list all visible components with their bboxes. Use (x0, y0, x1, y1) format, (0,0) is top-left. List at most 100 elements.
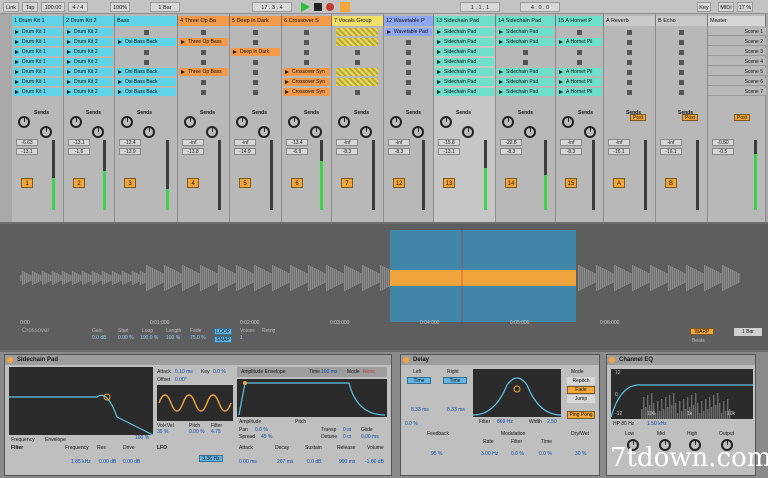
filter-curve-display[interactable] (9, 367, 153, 435)
volume-readout[interactable]: -inf (234, 139, 256, 146)
detune-value[interactable]: 0 ct (343, 434, 351, 440)
clip-stop-button[interactable] (577, 60, 582, 65)
clip-slot[interactable]: Sidechain Pad (435, 38, 494, 46)
clip-slot[interactable]: Drum Kit 1 (13, 38, 62, 46)
clip-stop-button[interactable] (304, 50, 309, 55)
clip-stop-button[interactable] (627, 70, 632, 75)
scene-launch-button[interactable]: Scene 4 (708, 58, 766, 66)
loop-value[interactable]: 100.0 % (140, 335, 158, 341)
clip-stop-button[interactable] (406, 60, 411, 65)
send-knob[interactable] (412, 126, 424, 138)
volume-readout[interactable]: -13.1 (68, 139, 90, 146)
quantization-select[interactable]: 1 Bar (150, 2, 180, 12)
clip-stop-button[interactable] (143, 60, 149, 65)
envelope-toggle[interactable]: Envelope (45, 437, 66, 443)
track-header[interactable]: 14 Sidechain Pad (496, 16, 556, 26)
right-time-mode[interactable]: Time (443, 377, 467, 384)
send-knob[interactable] (236, 116, 248, 128)
clip-slot[interactable]: A Hornet Pil (557, 88, 602, 96)
clip-slot[interactable]: Drum Kit 1 (13, 58, 62, 66)
group-clip-slot[interactable] (336, 38, 378, 46)
clip-slot[interactable]: Drum Kit 2 (65, 78, 113, 86)
clip-stop-button[interactable] (679, 80, 684, 85)
decay-value[interactable]: 267 ms (277, 459, 293, 465)
sustain-value[interactable]: 0.0 dB (307, 459, 321, 465)
left-time-value[interactable]: 8.33 ms (411, 407, 429, 413)
group-clip-slot[interactable] (336, 68, 378, 76)
clip-stop-button[interactable] (577, 30, 582, 35)
clip-stop-button[interactable] (304, 30, 309, 35)
track-header[interactable]: 13 Sidechain Pad (434, 16, 496, 26)
clip-stop-button[interactable] (201, 60, 206, 65)
scene-launch-button[interactable]: Scene 1 (708, 28, 766, 36)
clip-stop-button[interactable] (406, 80, 411, 85)
track-header[interactable]: Bass (115, 16, 178, 26)
clip-slot[interactable]: Drum Kit 1 (13, 28, 62, 36)
send-knob[interactable] (524, 126, 536, 138)
link-button[interactable]: Link (3, 2, 19, 12)
clip-slot[interactable]: Oxi Bass Back (116, 88, 176, 96)
clip-slot[interactable]: Drum Kit 1 (13, 48, 62, 56)
volume-readout[interactable]: -0.50 (712, 139, 734, 146)
group-clip-slot[interactable] (336, 28, 378, 36)
track-header[interactable]: 1 Drum Kit 1 (12, 16, 64, 26)
automation-arm-button[interactable] (340, 2, 350, 12)
clip-stop-button[interactable] (406, 50, 411, 55)
clip-stop-button[interactable] (406, 70, 411, 75)
drive-value[interactable]: 0.00 dB (123, 459, 140, 465)
amp-envelope-display[interactable] (237, 379, 387, 417)
clip-stop-button[interactable] (355, 50, 360, 55)
device-power-icon[interactable] (609, 357, 615, 363)
send-knob[interactable] (184, 116, 196, 128)
send-knob[interactable] (310, 126, 322, 138)
scene-launch-button[interactable]: Scene 7 (708, 88, 766, 96)
send-knob[interactable] (390, 116, 402, 128)
start-value[interactable]: 0.00 % (118, 335, 134, 341)
pan-value[interactable]: 0.0 % (255, 427, 268, 433)
clip-stop-button[interactable] (253, 70, 258, 75)
filter-value[interactable]: 869 Hz (497, 419, 513, 425)
volume-readout[interactable]: -inf (388, 139, 410, 146)
width-value[interactable]: 2.50 (547, 419, 557, 425)
feedback-value[interactable]: 95 % (431, 451, 442, 457)
key-amount-value[interactable]: 100 % (135, 435, 149, 441)
zoom-field[interactable]: 100% (110, 2, 130, 12)
track-activator-button[interactable]: 5 (239, 178, 251, 188)
clip-stop-button[interactable] (523, 50, 528, 55)
volume-readout[interactable]: -6.63 (16, 139, 38, 146)
clip-slot[interactable]: Three Op Bass (179, 68, 228, 76)
rate-value[interactable]: 3.00 Hz (481, 451, 498, 457)
track-header[interactable]: Master (708, 16, 766, 26)
clip-stop-button[interactable] (679, 50, 684, 55)
loop-start-field[interactable]: 1 . 1 . 1 (460, 2, 500, 12)
clip-slot[interactable]: Crossover Syn (283, 88, 330, 96)
clip-stop-button[interactable] (627, 90, 632, 95)
tempo-field[interactable]: 100.00 (41, 2, 65, 12)
clip-stop-button[interactable] (304, 60, 309, 65)
scene-launch-button[interactable]: Scene 2 (708, 38, 766, 46)
send-knob[interactable] (288, 116, 300, 128)
track-activator-button[interactable]: 1 (21, 178, 33, 188)
send-knob[interactable] (562, 116, 574, 128)
clip-stop-button[interactable] (201, 50, 206, 55)
track-activator-button[interactable]: 4 (187, 178, 199, 188)
clip-stop-button[interactable] (679, 40, 684, 45)
lfo-rate-value[interactable]: 3.36 Hz (199, 455, 223, 462)
device-power-icon[interactable] (7, 357, 13, 363)
attack-value[interactable]: 0.10 ms (175, 369, 193, 375)
time-value[interactable]: 100 ms (321, 369, 337, 375)
track-activator-button[interactable]: 7 (341, 178, 353, 188)
eq-mid-freq-value[interactable]: 1.50 kHz (647, 421, 667, 427)
right-time-value[interactable]: 8.33 ms (447, 407, 465, 413)
delay-filter-display[interactable] (473, 369, 561, 417)
send-knob[interactable] (143, 126, 155, 138)
clip-slot[interactable]: Sidechain Pad (497, 28, 554, 36)
track-activator-button[interactable]: 12 (393, 178, 405, 188)
volume-readout[interactable]: -13.4 (286, 139, 308, 146)
volume-readout[interactable]: -inf (182, 139, 204, 146)
clip-slot[interactable]: Drum Kit 1 (13, 68, 62, 76)
send-knob[interactable] (92, 126, 104, 138)
time-signature-field[interactable]: 4 / 4 (68, 2, 88, 12)
clip-stop-button[interactable] (627, 60, 632, 65)
scene-launch-button[interactable]: Scene 6 (708, 78, 766, 86)
